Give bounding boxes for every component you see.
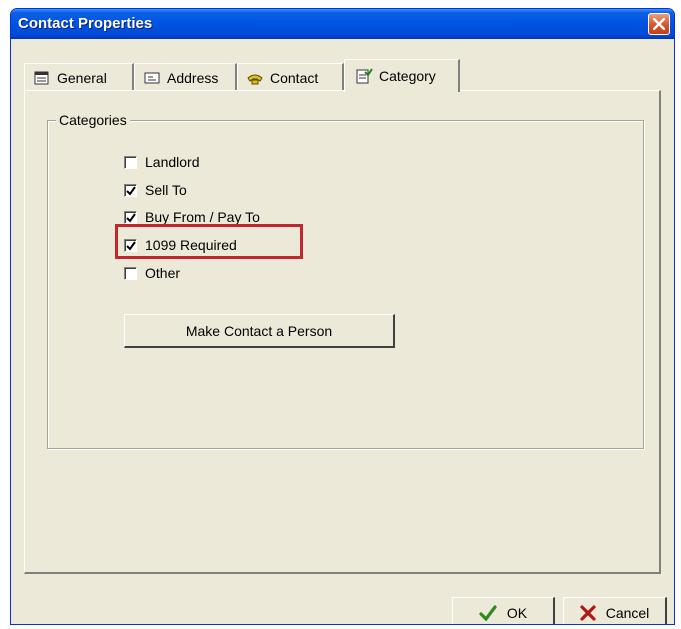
tab-general[interactable]: General bbox=[24, 63, 134, 91]
title-bar[interactable]: Contact Properties bbox=[11, 9, 674, 39]
checkbox-box[interactable] bbox=[124, 155, 137, 169]
highlight-box bbox=[115, 224, 303, 259]
tab-contact-label: Contact bbox=[270, 69, 319, 86]
property-sheet-icon bbox=[33, 70, 51, 86]
cancel-x-icon bbox=[580, 605, 596, 621]
telephone-icon bbox=[246, 70, 264, 86]
make-contact-person-label: Make Contact a Person bbox=[185, 322, 333, 339]
card-icon bbox=[143, 70, 161, 86]
ok-label: OK bbox=[506, 605, 528, 621]
checkbox-box[interactable] bbox=[124, 210, 137, 224]
contact-properties-dialog: Contact Properties General Address Conta… bbox=[10, 8, 675, 625]
close-icon bbox=[653, 18, 665, 30]
checkbox-label: Buy From / Pay To bbox=[145, 209, 260, 225]
window-title: Contact Properties bbox=[18, 15, 153, 32]
checkbox-label: Sell To bbox=[145, 182, 187, 198]
checkbox-landlord[interactable]: Landlord bbox=[124, 154, 200, 170]
tab-category-label: Category bbox=[379, 68, 436, 84]
ok-button[interactable]: OK bbox=[452, 597, 555, 624]
checkbox-box[interactable] bbox=[124, 266, 137, 280]
tab-address-label: Address bbox=[167, 69, 219, 86]
tab-address[interactable]: Address bbox=[134, 63, 237, 91]
checkbox-box[interactable] bbox=[124, 183, 137, 197]
checkbox-label: Landlord bbox=[145, 154, 200, 170]
checkmark-icon bbox=[126, 185, 136, 196]
category-tab-panel: Categories Landlord Sell To Buy From / P… bbox=[24, 90, 661, 574]
tab-general-label: General bbox=[57, 69, 107, 86]
tab-contact[interactable]: Contact bbox=[237, 63, 344, 91]
categories-groupbox: Categories Landlord Sell To Buy From / P… bbox=[47, 112, 644, 449]
close-button[interactable] bbox=[648, 13, 670, 35]
checkbox-buy-from-pay-to[interactable]: Buy From / Pay To bbox=[124, 209, 260, 225]
checkbox-label: Other bbox=[145, 265, 181, 281]
dialog-body: General Address Contact Category Categor… bbox=[14, 39, 671, 624]
checkbox-sell-to[interactable]: Sell To bbox=[124, 182, 187, 198]
make-contact-person-button[interactable]: Make Contact a Person bbox=[124, 314, 395, 348]
tab-category[interactable]: Category bbox=[344, 59, 460, 92]
cancel-label: Cancel bbox=[605, 605, 650, 621]
cancel-button[interactable]: Cancel bbox=[563, 597, 667, 624]
categories-group-label: Categories bbox=[56, 112, 130, 128]
checklist-icon bbox=[355, 68, 373, 84]
checkbox-other[interactable]: Other bbox=[124, 265, 180, 281]
checkmark-icon bbox=[479, 605, 497, 621]
checkmark-icon bbox=[126, 212, 136, 223]
